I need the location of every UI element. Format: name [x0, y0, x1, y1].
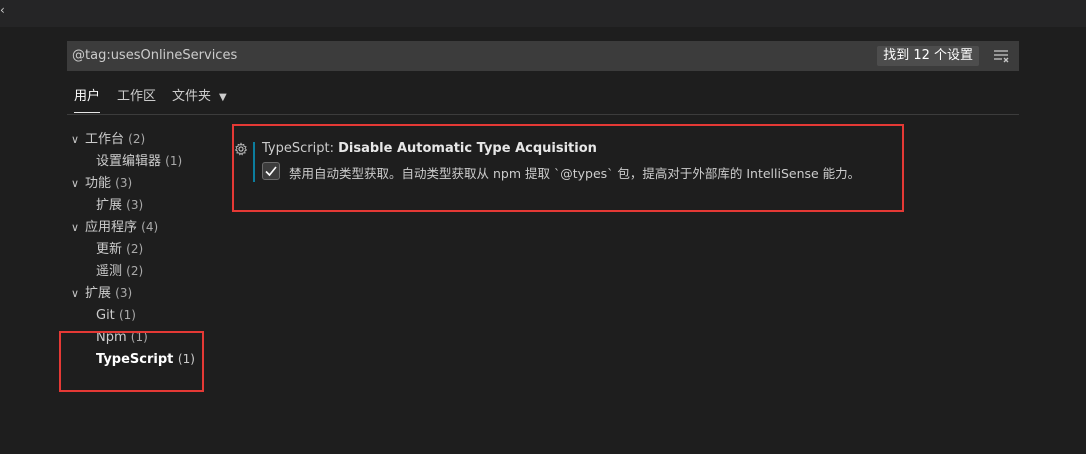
- annotation-highlight-toc: [59, 331, 204, 392]
- chevron-down-icon[interactable]: ∨: [71, 129, 85, 151]
- settings-search-input[interactable]: [67, 41, 827, 71]
- tab-workspace[interactable]: 工作区: [117, 86, 156, 113]
- chevron-down-icon[interactable]: ▼: [219, 87, 227, 109]
- toc-item-git[interactable]: Git (1): [96, 304, 136, 326]
- toc-item-update[interactable]: 更新 (2): [96, 238, 143, 260]
- annotation-highlight-setting: [232, 124, 904, 212]
- tab-folder[interactable]: 文件夹 ▼: [172, 86, 227, 113]
- toc-item-application[interactable]: ∨ 应用程序 (4): [71, 216, 158, 238]
- editor-tab-bar: ‹: [0, 0, 1086, 27]
- settings-scope-tabs: 用户 工作区 文件夹 ▼: [67, 86, 1019, 115]
- toc-item-extensions[interactable]: ∨ 扩展 (3): [71, 282, 132, 304]
- chevron-down-icon[interactable]: ∨: [71, 283, 85, 305]
- settings-search-box: 找到 12 个设置: [67, 41, 1019, 71]
- toc-item-settings-editor[interactable]: 设置编辑器 (1): [96, 150, 182, 172]
- close-icon[interactable]: ‹: [0, 3, 5, 17]
- toc-item-telemetry[interactable]: 遥测 (2): [96, 260, 143, 282]
- toc-item-features[interactable]: ∨ 功能 (3): [71, 172, 132, 194]
- toc-item-workbench[interactable]: ∨ 工作台 (2): [71, 128, 145, 150]
- chevron-down-icon[interactable]: ∨: [71, 173, 85, 195]
- filter-icon[interactable]: [993, 49, 1009, 63]
- tab-user[interactable]: 用户: [74, 86, 101, 113]
- chevron-down-icon[interactable]: ∨: [71, 217, 85, 239]
- toc-item-features-extensions[interactable]: 扩展 (3): [96, 194, 143, 216]
- result-count-badge: 找到 12 个设置: [877, 46, 979, 66]
